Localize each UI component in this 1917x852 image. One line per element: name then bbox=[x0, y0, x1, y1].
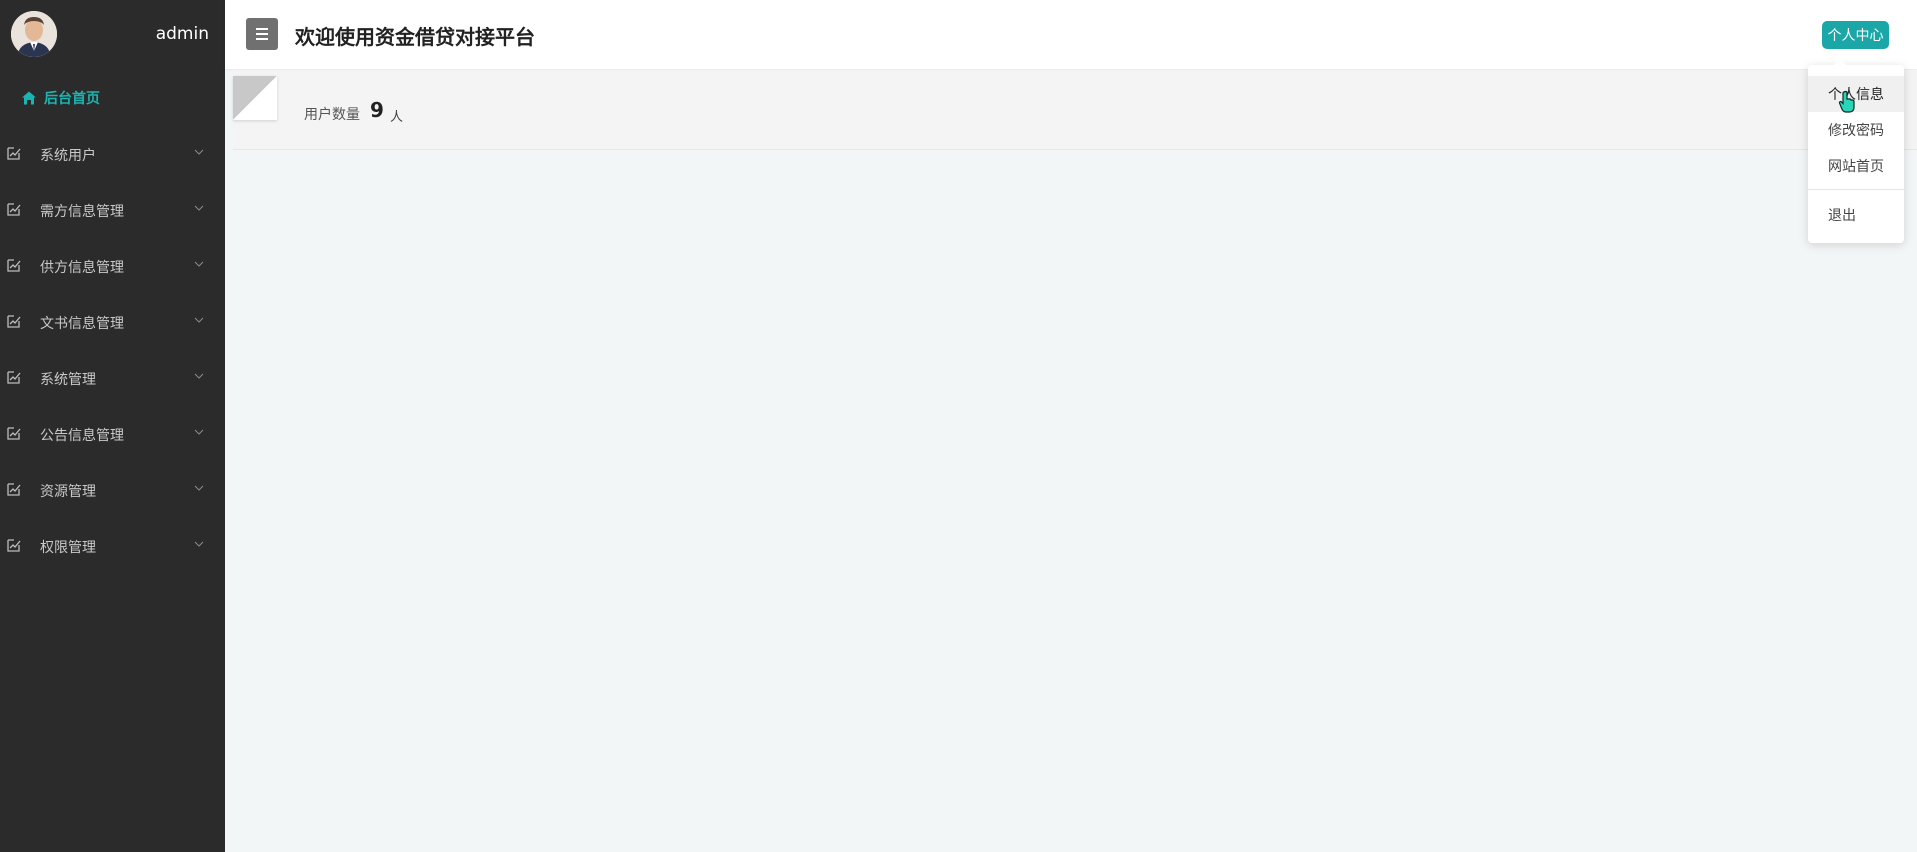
edit-chart-icon bbox=[7, 427, 21, 440]
sidebar-item-label: 供方信息管理 bbox=[40, 260, 124, 276]
profile-block: admin bbox=[0, 0, 225, 70]
top-header: 欢迎使用资金借贷对接平台 个人中心 bbox=[225, 0, 1917, 69]
chevron-down-icon bbox=[194, 205, 204, 211]
sidebar-item-home[interactable]: 后台首页 bbox=[0, 84, 225, 112]
dropdown-item-logout[interactable]: 退出 bbox=[1808, 197, 1904, 233]
dropdown-item-site-home[interactable]: 网站首页 bbox=[1808, 148, 1904, 184]
sidebar-item-supply-info[interactable]: 供方信息管理 bbox=[0, 238, 225, 294]
avatar[interactable] bbox=[11, 11, 57, 57]
chevron-down-icon bbox=[194, 429, 204, 435]
menu-toggle-button[interactable] bbox=[246, 18, 278, 50]
sidebar-item-label: 文书信息管理 bbox=[40, 316, 124, 332]
chevron-down-icon bbox=[194, 541, 204, 547]
sidebar-menu: 系统用户 需方信息管理 供方信息管理 文书信息管理 系统管理 公告信息管理 资源… bbox=[0, 126, 225, 574]
hamburger-icon bbox=[256, 27, 268, 42]
user-count-unit: 人 bbox=[390, 110, 404, 125]
profile-name: admin bbox=[155, 24, 209, 44]
chevron-down-icon bbox=[194, 149, 204, 155]
stat-thumbnail bbox=[233, 76, 277, 120]
sidebar-item-label: 系统管理 bbox=[40, 372, 96, 388]
sidebar-item-label: 资源管理 bbox=[40, 484, 96, 500]
sidebar-item-resource-management[interactable]: 资源管理 bbox=[0, 462, 225, 518]
sidebar-item-label: 公告信息管理 bbox=[40, 428, 124, 444]
chevron-down-icon bbox=[194, 261, 204, 267]
sidebar-item-label: 权限管理 bbox=[40, 540, 96, 556]
sidebar: admin 后台首页 系统用户 需方信息管理 供方信息管理 文书信息管理 系统管… bbox=[0, 0, 225, 852]
sidebar-item-demand-info[interactable]: 需方信息管理 bbox=[0, 182, 225, 238]
dropdown-divider bbox=[1808, 189, 1904, 190]
sidebar-item-label: 系统用户 bbox=[40, 148, 96, 164]
edit-chart-icon bbox=[7, 315, 21, 328]
stat-panel: 用户数量 9 人 bbox=[233, 70, 1917, 150]
user-count-label: 用户数量 bbox=[304, 107, 360, 123]
dropdown-item-change-password[interactable]: 修改密码 bbox=[1808, 112, 1904, 148]
sidebar-item-document-info[interactable]: 文书信息管理 bbox=[0, 294, 225, 350]
chevron-down-icon bbox=[194, 317, 204, 323]
sidebar-item-label: 需方信息管理 bbox=[40, 204, 124, 220]
chevron-down-icon bbox=[194, 485, 204, 491]
sidebar-item-permission-management[interactable]: 权限管理 bbox=[0, 518, 225, 574]
sidebar-item-system-management[interactable]: 系统管理 bbox=[0, 350, 225, 406]
sidebar-item-announcement-info[interactable]: 公告信息管理 bbox=[0, 406, 225, 462]
hand-cursor-icon bbox=[1838, 90, 1855, 113]
edit-chart-icon bbox=[7, 147, 21, 160]
edit-chart-icon bbox=[7, 259, 21, 272]
edit-chart-icon bbox=[7, 371, 21, 384]
edit-chart-icon bbox=[7, 539, 21, 552]
home-icon bbox=[22, 91, 36, 105]
sidebar-item-system-users[interactable]: 系统用户 bbox=[0, 126, 225, 182]
chevron-down-icon bbox=[194, 373, 204, 379]
edit-chart-icon bbox=[7, 203, 21, 216]
user-count-value: 9 bbox=[370, 98, 384, 122]
page-title: 欢迎使用资金借贷对接平台 bbox=[295, 25, 535, 49]
personal-center-dropdown: 个人信息 修改密码 网站首页 退出 bbox=[1808, 59, 1904, 243]
edit-chart-icon bbox=[7, 483, 21, 496]
sidebar-item-home-label: 后台首页 bbox=[44, 91, 100, 107]
dropdown-item-profile[interactable]: 个人信息 bbox=[1808, 76, 1904, 112]
personal-center-button[interactable]: 个人中心 bbox=[1822, 21, 1889, 49]
